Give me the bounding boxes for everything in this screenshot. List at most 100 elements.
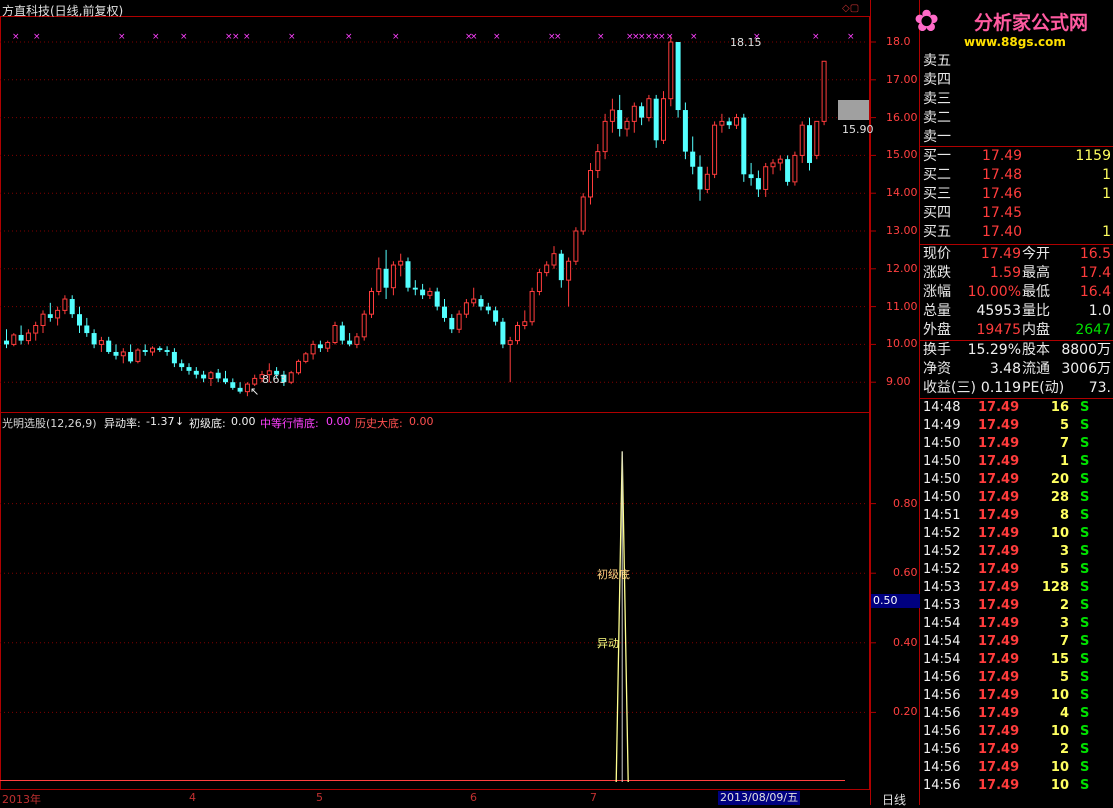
tick-time: 14:54 (923, 634, 961, 649)
candle-body-up (529, 290, 535, 323)
tick-row: 14:50 17.49 28 S (920, 489, 1113, 507)
book-volume: 1 (1102, 186, 1111, 202)
candle-body-up (668, 41, 674, 100)
tick-volume: 10 (1050, 688, 1069, 703)
fund-row: 收益(三) 0.119 PE(动) 73. (920, 379, 1113, 397)
last-price-marker (838, 100, 869, 120)
logo-name: 分析家公式网 (974, 12, 1089, 34)
candle-body-down (405, 261, 411, 288)
tick-side: S (1080, 634, 1090, 649)
indicator-tick-label: 0.80 (893, 496, 918, 510)
sell-row: 卖二 (920, 109, 1113, 127)
quote-label: 最低 (1022, 284, 1050, 300)
tick-row: 14:54 17.49 3 S (920, 615, 1113, 633)
candle-body-up (390, 264, 396, 289)
tick-row: 14:52 17.49 3 S (920, 543, 1113, 561)
indicator-pane-frame (0, 412, 870, 790)
candle-body-up (354, 336, 360, 345)
book-label: 买二 (923, 167, 951, 183)
indicator-cursor-value: 0.50 (871, 594, 920, 608)
tick-time: 14:54 (923, 616, 961, 631)
marker-x: × (392, 32, 400, 42)
quote-value: 17.4 (1079, 265, 1111, 281)
window-controls-icon[interactable]: ◇▢ (842, 3, 859, 14)
quote-label: 涨幅 (923, 284, 951, 300)
candle-body-up (11, 334, 17, 345)
tick-price: 17.49 (978, 670, 1020, 685)
buy-row: 买一 17.49 1159 (920, 147, 1113, 165)
candle-body-up (55, 309, 61, 319)
panel-divider (920, 146, 1113, 147)
candle-body-up (814, 120, 820, 156)
yidong-value: -1.37 (146, 415, 175, 428)
candle-body-down (339, 325, 345, 341)
tick-row: 14:56 17.49 10 S (920, 777, 1113, 795)
tick-price: 17.49 (978, 706, 1020, 721)
candle-body-up (792, 154, 798, 183)
tick-volume: 2 (1059, 742, 1069, 757)
tick-side: S (1080, 544, 1090, 559)
book-label: 卖三 (923, 91, 951, 107)
quote-label: 外盘 (923, 322, 951, 338)
x-label-2: 5 (316, 791, 323, 804)
tick-volume: 4 (1059, 706, 1069, 721)
candle-body-down (675, 42, 681, 111)
tick-side: S (1080, 742, 1090, 757)
candle-body-up (252, 377, 258, 385)
candle-body-down (726, 121, 732, 126)
lishi-label: 历史大底: (355, 417, 403, 430)
last-annotation: 15.90 (842, 123, 874, 136)
price-tick-label: 15.00 (886, 148, 918, 162)
tick-side: S (1080, 760, 1090, 775)
price-tick-label: 13.00 (886, 224, 918, 237)
tick-price: 17.49 (978, 598, 1020, 613)
marker-x: × (180, 32, 188, 42)
book-label: 买一 (923, 148, 951, 164)
candle-body-up (661, 98, 666, 141)
quote-row: 现价 17.49 今开 16.5 (920, 245, 1113, 263)
quote-value: 16.5 (1079, 246, 1111, 262)
candle-body-up (296, 360, 301, 374)
candle-body-up (631, 105, 637, 122)
candle-body-up (427, 290, 433, 296)
candle-body-up (566, 260, 572, 281)
tick-time: 14:52 (923, 544, 961, 559)
candle-body-down (755, 178, 761, 190)
period-label[interactable]: 日线 (882, 791, 906, 808)
candle-body-up (507, 340, 513, 345)
candle-body-down (748, 174, 754, 179)
book-price: 17.48 (982, 167, 1023, 183)
fund-label: 流通 (1022, 361, 1050, 377)
tick-row: 14:56 17.49 4 S (920, 705, 1113, 723)
tick-row: 14:52 17.49 10 S (920, 525, 1113, 543)
fund-label: 收益(三) (923, 380, 976, 396)
tick-price: 17.49 (978, 652, 1020, 667)
tick-time: 14:56 (923, 778, 961, 793)
fund-value: 3.48 (989, 361, 1021, 377)
tick-row: 14:50 17.49 20 S (920, 471, 1113, 489)
candle-body-up (536, 272, 542, 292)
sell-row: 卖一 (920, 128, 1113, 146)
tick-volume: 15 (1050, 652, 1069, 667)
candle-body-up (62, 298, 68, 311)
candle-body-up (712, 124, 718, 175)
low-annotation: 8.63 (262, 373, 287, 386)
candle-body-up (624, 120, 630, 130)
quote-value: 1.59 (989, 265, 1021, 281)
candle-body-up (325, 342, 331, 349)
quote-label: 今开 (1022, 246, 1050, 262)
tick-side: S (1080, 472, 1090, 487)
candle-body-up (821, 60, 827, 122)
tick-side: S (1080, 580, 1090, 595)
x-label-1: 4 (189, 791, 196, 804)
sell-row: 卖三 (920, 90, 1113, 108)
candle-body-up (244, 383, 250, 393)
tick-volume: 10 (1050, 778, 1069, 793)
candle-body-up (799, 124, 805, 156)
price-tick-label: 11.00 (886, 299, 918, 313)
candle-body-down (77, 314, 82, 326)
candle-body-down (500, 321, 506, 345)
candle-body-up (602, 120, 608, 153)
panel-divider (920, 244, 1113, 245)
candle-body-up (208, 372, 214, 379)
